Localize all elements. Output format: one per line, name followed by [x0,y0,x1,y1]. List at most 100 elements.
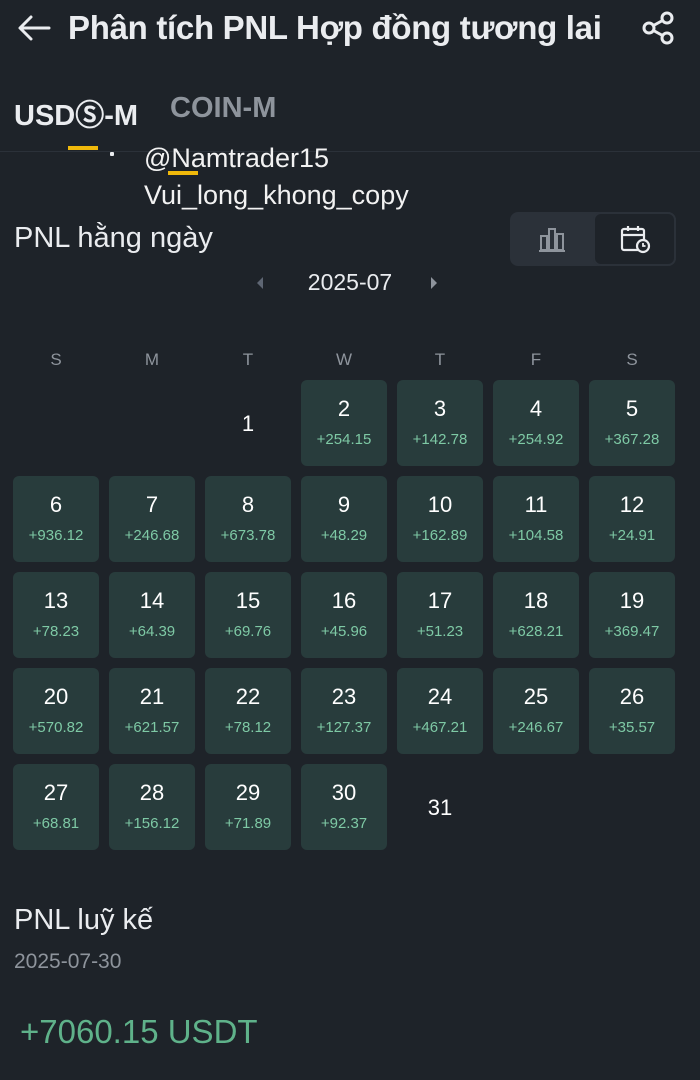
watermark-underline [168,171,198,175]
calendar-day-cell[interactable]: 7 +246.68 [109,476,195,562]
cumulative-pnl-title: PNL luỹ kế [14,904,154,936]
chart-view-button[interactable] [510,212,593,266]
day-pnl-value: +254.92 [508,431,564,448]
calendar-clock-icon [620,226,650,254]
calendar-day-cell[interactable]: 14 +64.39 [109,572,195,658]
calendar-day-cell[interactable]: 2 +254.15 [301,380,387,466]
calendar-day-cell[interactable]: 26 +35.57 [589,668,675,754]
day-number: 12 [619,492,645,517]
day-pnl-value: +246.67 [508,719,564,736]
page-title: Phân tích PNL Hợp đồng tương lai [68,9,602,46]
day-number: 31 [427,795,453,820]
day-pnl-value: +71.89 [224,815,272,832]
calendar-day-cell[interactable]: 16 +45.96 [301,572,387,658]
cumulative-pnl-value: +7060.15 USDT [20,1013,258,1050]
calendar-day-cell[interactable]: 20 +570.82 [13,668,99,754]
calendar-day-cell[interactable]: 9 +48.29 [301,476,387,562]
day-pnl-value: +621.57 [124,719,180,736]
day-pnl-value: +254.15 [316,431,372,448]
day-number: 11 [524,492,548,517]
weekday-header: SMTWTFS [0,350,700,370]
day-number: 30 [331,780,357,805]
calendar-day-cell[interactable]: 19 +369.47 [589,572,675,658]
calendar-day-cell[interactable]: 17 +51.23 [397,572,483,658]
tab-usds-m[interactable]: USDⓈ-M [14,92,138,132]
daily-pnl-title: PNL hằng ngày [14,222,213,254]
share-icon [642,11,674,45]
weekday-label: S [626,350,638,369]
weekday-label: M [144,350,160,369]
calendar-day-cell[interactable]: 31 [397,764,483,850]
calendar-day-cell[interactable]: 24 +467.21 [397,668,483,754]
calendar-day-cell[interactable]: 22 +78.12 [205,668,291,754]
day-pnl-value: +64.39 [128,623,176,640]
day-number: 19 [619,588,645,613]
day-number: 9 [337,492,351,517]
day-pnl-value: +142.78 [412,431,468,448]
day-pnl-value: +104.58 [508,527,564,544]
view-toggle [510,212,676,266]
calendar-day-cell[interactable]: 29 +71.89 [205,764,291,850]
calendar-day-cell[interactable]: 10 +162.89 [397,476,483,562]
weekday-label: W [335,350,353,369]
calendar-day-cell[interactable]: 1 [205,380,291,466]
day-number: 15 [235,588,261,613]
day-number: 24 [427,684,453,709]
day-pnl-value: +467.21 [412,719,468,736]
day-pnl-value: +69.76 [224,623,272,640]
caret-right-icon [431,277,437,289]
calendar-day-cell[interactable]: 30 +92.37 [301,764,387,850]
day-number: 4 [529,396,543,421]
day-pnl-value: +78.23 [32,623,80,640]
day-pnl-value: +369.47 [604,623,660,640]
weekday-label: T [242,350,254,369]
day-number: 29 [235,780,261,805]
calendar-day-cell[interactable]: 4 +254.92 [493,380,579,466]
caret-left-icon [257,277,263,289]
day-pnl-value: +156.12 [124,815,180,832]
cumulative-pnl-date: 2025-07-30 [14,950,122,973]
calendar-day-cell[interactable]: 27 +68.81 [13,764,99,850]
day-number: 3 [433,396,447,421]
weekday-label: T [434,350,446,369]
day-number: 17 [427,588,453,613]
day-number: 5 [625,396,639,421]
back-button[interactable] [14,10,54,46]
day-number: 22 [235,684,261,709]
day-number: 10 [427,492,453,517]
market-tabs: USDⓈ-M COIN-M [14,92,308,132]
calendar-view-button[interactable] [593,212,676,266]
calendar-day-cell[interactable]: 5 +367.28 [589,380,675,466]
calendar-day-cell[interactable]: 28 +156.12 [109,764,195,850]
share-button[interactable] [638,10,678,46]
calendar-day-cell[interactable]: 6 +936.12 [13,476,99,562]
calendar-day-cell[interactable]: 12 +24.91 [589,476,675,562]
calendar-day-cell[interactable]: 25 +246.67 [493,668,579,754]
day-pnl-value: +162.89 [412,527,468,544]
watermark-handle: @Namtrader15 [144,143,329,173]
tab-coin-m[interactable]: COIN-M [170,92,276,132]
calendar-day-cell[interactable]: 18 +628.21 [493,572,579,658]
day-pnl-value: +246.68 [124,527,180,544]
day-pnl-value: +68.81 [32,815,80,832]
calendar-day-cell[interactable]: 8 +673.78 [205,476,291,562]
watermark-notice: Vui_long_khong_copy [144,180,409,210]
day-number: 20 [43,684,69,709]
arrow-left-icon [18,15,51,41]
day-number: 16 [331,588,357,613]
calendar-day-cell[interactable]: 23 +127.37 [301,668,387,754]
bar-chart-icon [538,228,565,252]
next-month-button[interactable] [424,271,444,295]
calendar-day-cell[interactable]: 11 +104.58 [493,476,579,562]
calendar-day-cell[interactable]: 21 +621.57 [109,668,195,754]
calendar-day-cell[interactable]: 3 +142.78 [397,380,483,466]
calendar-day-cell[interactable]: 13 +78.23 [13,572,99,658]
day-pnl-value: +45.96 [320,623,368,640]
calendar-day-cell[interactable]: 15 +69.76 [205,572,291,658]
day-number: 27 [43,780,69,805]
month-label: 2025-07 [307,269,393,295]
day-number: 26 [619,684,645,709]
day-pnl-value: +51.23 [416,623,464,640]
day-pnl-value: +78.12 [224,719,272,736]
previous-month-button[interactable] [250,271,270,295]
